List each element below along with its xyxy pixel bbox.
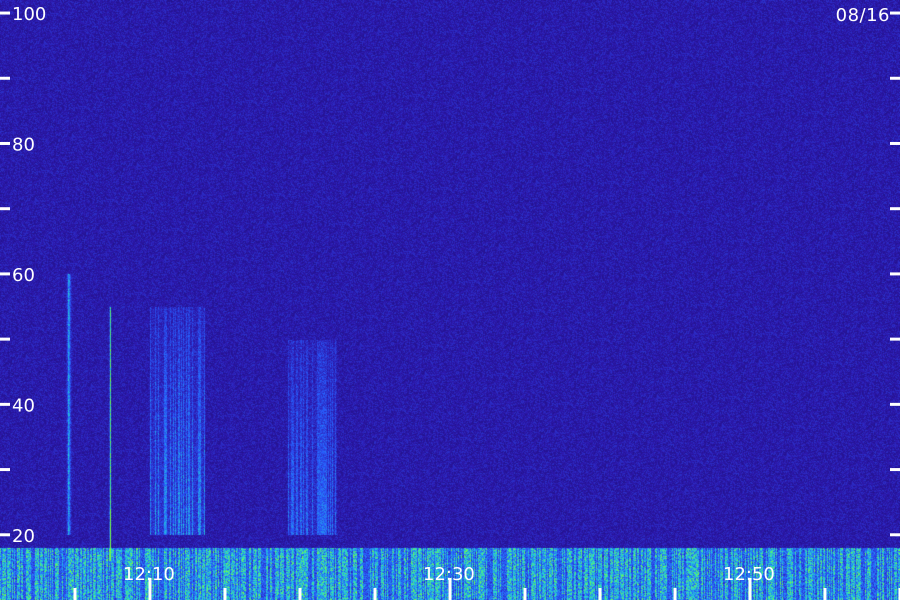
y-tick-label: 60 [12, 265, 35, 286]
spectrogram: 20 40 60 80 100 12:10 12:30 12:50 08/16 [0, 0, 900, 600]
x-tick-label: 12:50 [723, 564, 775, 585]
y-tick-label: 100 [12, 4, 46, 25]
date-stamp: 08/16 [835, 5, 890, 26]
x-tick-label: 12:30 [423, 564, 475, 585]
y-tick-label: 20 [12, 526, 35, 547]
y-tick-label: 40 [12, 395, 35, 416]
spectrogram-axes: 20 40 60 80 100 12:10 12:30 12:50 [0, 4, 900, 600]
x-tick-label: 12:10 [123, 564, 175, 585]
y-tick-label: 80 [12, 134, 35, 155]
